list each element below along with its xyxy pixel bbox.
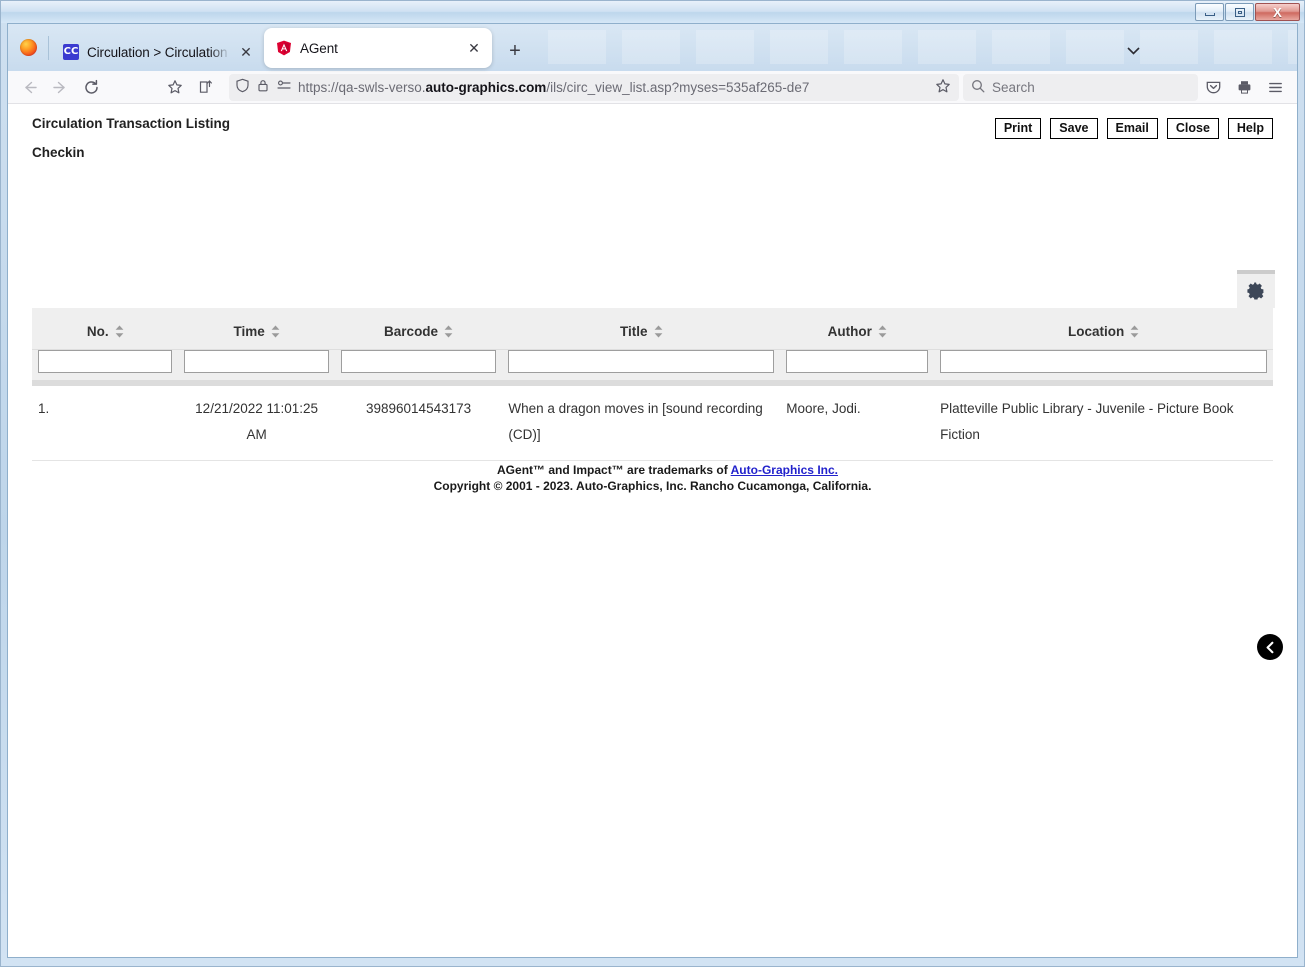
transaction-table-wrapper: No. Time Barcode Title Author Location 1… bbox=[32, 308, 1273, 462]
tab-close-icon[interactable]: ✕ bbox=[466, 40, 482, 56]
cell-barcode: 39896014543173 bbox=[334, 386, 503, 462]
navigation-toolbar: https://qa-swls-verso.auto-graphics.com/… bbox=[8, 71, 1297, 104]
table-row[interactable]: 1. 12/21/2022 11:01:25 AM 39896014543173… bbox=[32, 386, 1273, 462]
table-header-row: No. Time Barcode Title Author Location bbox=[32, 308, 1273, 350]
page-header: Circulation Transaction Listing Checkin … bbox=[8, 104, 1297, 160]
column-label: Location bbox=[1067, 324, 1125, 339]
column-header-location[interactable]: Location bbox=[934, 308, 1273, 350]
panel-collapse-button[interactable] bbox=[1257, 634, 1283, 660]
bookmark-page-star-icon[interactable] bbox=[935, 78, 951, 97]
lock-icon bbox=[256, 78, 270, 96]
close-button[interactable]: Close bbox=[1166, 118, 1219, 140]
save-button[interactable]: Save bbox=[1050, 118, 1098, 140]
action-button-group: Print Save Email Close Help bbox=[994, 118, 1273, 140]
column-header-author[interactable]: Author bbox=[780, 308, 935, 350]
column-label: Author bbox=[827, 324, 872, 339]
reload-button[interactable] bbox=[76, 74, 107, 101]
filter-input-location[interactable] bbox=[940, 350, 1267, 373]
cell-title: When a dragon moves in [sound recording … bbox=[502, 386, 781, 462]
footer-trademark-text: AGent™ and Impact™ are trademarks of bbox=[497, 463, 731, 477]
page-content: Circulation Transaction Listing Checkin … bbox=[8, 104, 1297, 957]
permissions-icon[interactable] bbox=[276, 78, 292, 96]
column-header-title[interactable]: Title bbox=[502, 308, 781, 350]
agent-favicon-icon bbox=[276, 40, 292, 56]
window-close-button[interactable]: X bbox=[1255, 3, 1300, 21]
bookmark-star-icon[interactable] bbox=[159, 74, 190, 101]
shield-icon bbox=[235, 78, 250, 96]
auto-graphics-link[interactable]: Auto-Graphics Inc. bbox=[731, 463, 838, 477]
cell-time: 12/21/2022 11:01:25 AM bbox=[178, 386, 335, 462]
filter-input-title[interactable] bbox=[508, 350, 775, 373]
filter-input-author[interactable] bbox=[786, 350, 929, 373]
close-icon: X bbox=[1273, 4, 1282, 20]
transaction-table: No. Time Barcode Title Author Location 1… bbox=[32, 308, 1273, 462]
tab-strip: CC Circulation > Circulation History ✕ A… bbox=[8, 24, 1297, 71]
window-restore-button[interactable] bbox=[1225, 3, 1254, 21]
firefox-icon bbox=[19, 39, 37, 56]
filter-input-no[interactable] bbox=[38, 350, 173, 373]
url-bar[interactable]: https://qa-swls-verso.auto-graphics.com/… bbox=[229, 73, 959, 101]
column-label: Title bbox=[620, 324, 648, 339]
sort-toggle-icon[interactable] bbox=[654, 325, 663, 338]
column-label: No. bbox=[86, 324, 109, 339]
cell-author: Moore, Jodi. bbox=[780, 386, 935, 462]
search-input[interactable]: Search bbox=[992, 80, 1035, 95]
window-minimize-button[interactable] bbox=[1195, 3, 1224, 21]
column-header-barcode[interactable]: Barcode bbox=[334, 308, 503, 350]
filter-input-barcode[interactable] bbox=[340, 350, 497, 373]
gear-icon bbox=[1247, 282, 1265, 300]
search-bar[interactable]: Search bbox=[963, 73, 1198, 101]
settings-gear-button[interactable] bbox=[1237, 270, 1275, 308]
minimize-icon bbox=[1204, 12, 1215, 16]
filter-input-time[interactable] bbox=[184, 350, 329, 373]
tab-title: AGent bbox=[300, 40, 338, 56]
sort-toggle-icon[interactable] bbox=[878, 325, 887, 338]
cell-location: Platteville Public Library - Juvenile - … bbox=[934, 386, 1273, 462]
column-header-time[interactable]: Time bbox=[178, 308, 335, 350]
column-label: Time bbox=[233, 324, 265, 339]
sort-toggle-icon[interactable] bbox=[115, 325, 124, 338]
sort-toggle-icon[interactable] bbox=[271, 325, 280, 338]
sort-toggle-icon[interactable] bbox=[1130, 325, 1139, 338]
tab-close-icon[interactable]: ✕ bbox=[238, 44, 254, 60]
app-menu-button[interactable] bbox=[1260, 74, 1291, 101]
restore-icon bbox=[1234, 7, 1245, 17]
page-footer: AGent™ and Impact™ are trademarks of Aut… bbox=[8, 462, 1297, 494]
page-subtitle: Checkin bbox=[32, 145, 85, 160]
window-titlebar: X bbox=[1, 1, 1304, 23]
circulation-favicon-icon: CC bbox=[63, 44, 79, 60]
chevron-left-icon bbox=[1266, 641, 1273, 653]
tab-circulation-history[interactable]: CC Circulation > Circulation History ✕ bbox=[51, 33, 264, 71]
search-icon bbox=[971, 79, 985, 96]
print-button[interactable]: Print bbox=[994, 118, 1042, 140]
browser-window: CC Circulation > Circulation History ✕ A… bbox=[7, 23, 1298, 958]
pocket-icon[interactable] bbox=[1198, 74, 1229, 101]
footer-copyright-line: Copyright © 2001 - 2023. Auto-Graphics, … bbox=[433, 479, 872, 494]
help-button[interactable]: Help bbox=[1227, 118, 1273, 140]
url-text: https://qa-swls-verso.auto-graphics.com/… bbox=[298, 79, 810, 95]
column-label: Barcode bbox=[384, 324, 439, 339]
firefox-logo bbox=[8, 24, 48, 71]
cell-no: 1. bbox=[32, 386, 179, 462]
tab-agent[interactable]: AGent ✕ bbox=[264, 28, 492, 68]
tab-title: Circulation > Circulation History bbox=[87, 44, 230, 60]
tab-list-chevron-down-icon[interactable] bbox=[1119, 37, 1147, 65]
footer-trademark-line: AGent™ and Impact™ are trademarks of Aut… bbox=[8, 462, 1297, 478]
save-to-collection-icon[interactable] bbox=[190, 74, 221, 101]
print-icon[interactable] bbox=[1229, 74, 1260, 101]
table-filter-row bbox=[32, 349, 1273, 380]
column-header-no[interactable]: No. bbox=[32, 308, 179, 350]
tab-divider bbox=[48, 35, 49, 60]
email-button[interactable]: Email bbox=[1106, 118, 1158, 140]
application-window: X CC Circulation > Circulation History ✕ bbox=[0, 0, 1305, 967]
back-button[interactable] bbox=[14, 74, 45, 101]
forward-button[interactable] bbox=[45, 74, 76, 101]
sort-toggle-icon[interactable] bbox=[444, 325, 453, 338]
new-tab-button[interactable]: + bbox=[500, 36, 530, 66]
